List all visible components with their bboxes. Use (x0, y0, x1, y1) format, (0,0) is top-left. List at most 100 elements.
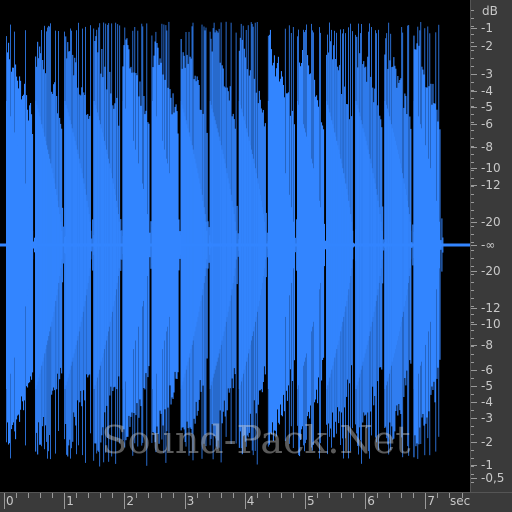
db-tick (471, 46, 477, 47)
db-minor-tick (471, 154, 474, 155)
waveform-hit (180, 22, 212, 461)
db-label: -3 (481, 411, 493, 425)
db-minor-tick (471, 162, 474, 163)
waveform-hit (413, 22, 445, 459)
db-minor-tick (471, 50, 474, 51)
db-tick (471, 91, 477, 92)
time-minor-tick (16, 493, 17, 498)
db-minor-tick (471, 330, 474, 331)
db-label: -12 (481, 178, 501, 192)
db-minor-tick (471, 314, 474, 315)
db-minor-tick (471, 58, 474, 59)
db-minor-tick (471, 18, 474, 19)
time-minor-tick (269, 493, 270, 498)
audio-editor-view: dB -1 -2 -3 -4 -5 -6 -8 -10 -12 -20 -∞ -20 -12 -10 -8-… (0, 0, 512, 512)
db-tick (471, 478, 477, 479)
db-minor-tick (471, 402, 474, 403)
waveform-hit (384, 22, 416, 458)
db-label: -3 (481, 67, 493, 81)
waveform-hit (6, 24, 37, 459)
db-minor-tick (471, 234, 474, 235)
db-minor-tick (471, 66, 474, 67)
db-minor-tick (471, 394, 474, 395)
waveform-hit (64, 22, 96, 463)
waveform-hit (93, 22, 125, 467)
db-minor-tick (471, 218, 474, 219)
time-label: 2 (126, 494, 135, 508)
db-minor-tick (471, 474, 474, 475)
db-label: -20 (481, 215, 501, 229)
time-minor-tick (76, 493, 77, 498)
time-minor-tick (341, 493, 342, 498)
db-minor-tick (471, 434, 474, 435)
time-minor-tick (124, 493, 125, 498)
time-minor-tick (136, 493, 137, 498)
db-label: -8 (481, 140, 493, 154)
db-minor-tick (471, 362, 474, 363)
db-scale-ruler: dB -1 -2 -3 -4 -5 -6 -8 -10 -12 -20 -∞ -20 -12 -10 -8 -… (470, 0, 512, 492)
waveform-hit (267, 25, 299, 448)
waveform-hit (297, 23, 328, 459)
db-minor-tick (471, 170, 474, 171)
db-label: -5 (481, 379, 493, 393)
db-minor-tick (471, 226, 474, 227)
db-tick (471, 271, 477, 272)
time-label: 7 (427, 494, 436, 508)
time-minor-tick (329, 493, 330, 498)
db-label: -12 (481, 301, 501, 315)
time-minor-tick (257, 493, 258, 498)
db-label: -8 (481, 338, 493, 352)
db-tick (471, 308, 477, 309)
db-minor-tick (471, 282, 474, 283)
db-tick (471, 222, 477, 223)
db-label: -6 (481, 117, 493, 131)
db-minor-tick (471, 90, 474, 91)
db-minor-tick (471, 130, 474, 131)
time-minor-tick (413, 493, 414, 498)
time-minor-tick (389, 493, 390, 498)
time-label: 0 (6, 494, 14, 508)
db-tick (471, 324, 477, 325)
time-minor-tick (377, 493, 378, 498)
time-minor-tick (365, 493, 366, 498)
db-minor-tick (471, 146, 474, 147)
db-minor-tick (471, 410, 474, 411)
time-minor-tick (173, 493, 174, 498)
db-label: -5 (481, 100, 493, 114)
db-minor-tick (471, 114, 474, 115)
waveform-hit (238, 22, 270, 465)
time-minor-tick (52, 493, 53, 498)
db-minor-tick (471, 34, 474, 35)
time-label: 3 (186, 494, 195, 508)
db-minor-tick (471, 10, 474, 11)
time-minor-tick (185, 493, 186, 498)
time-minor-tick (437, 493, 438, 498)
waveform-hit (151, 21, 183, 463)
db-label: -10 (481, 317, 501, 331)
time-label: 6 (367, 494, 375, 508)
time-ruler: sec 0 1 2 3 4 5 6 7 (0, 492, 512, 512)
db-minor-tick (471, 482, 474, 483)
db-label: -1 (481, 458, 493, 472)
time-minor-tick (353, 493, 354, 498)
db-minor-tick (471, 370, 474, 371)
time-minor-tick (245, 493, 246, 498)
time-label: 1 (66, 494, 74, 508)
time-minor-tick (221, 493, 222, 498)
waveform-hit (209, 21, 241, 463)
time-minor-tick (40, 493, 41, 498)
db-unit-label: dB (482, 4, 498, 18)
waveform-display[interactable] (0, 0, 470, 492)
db-label: -2 (481, 39, 493, 53)
db-tick (471, 168, 477, 169)
time-label: 5 (307, 494, 315, 508)
time-minor-tick (233, 493, 234, 498)
time-minor-tick (425, 493, 426, 498)
db-tick (471, 124, 477, 125)
db-minor-tick (471, 266, 474, 267)
db-minor-tick (471, 250, 474, 251)
db-minor-tick (471, 258, 474, 259)
db-label: -20 (481, 264, 501, 278)
time-minor-tick (148, 493, 149, 498)
db-minor-tick (471, 354, 474, 355)
